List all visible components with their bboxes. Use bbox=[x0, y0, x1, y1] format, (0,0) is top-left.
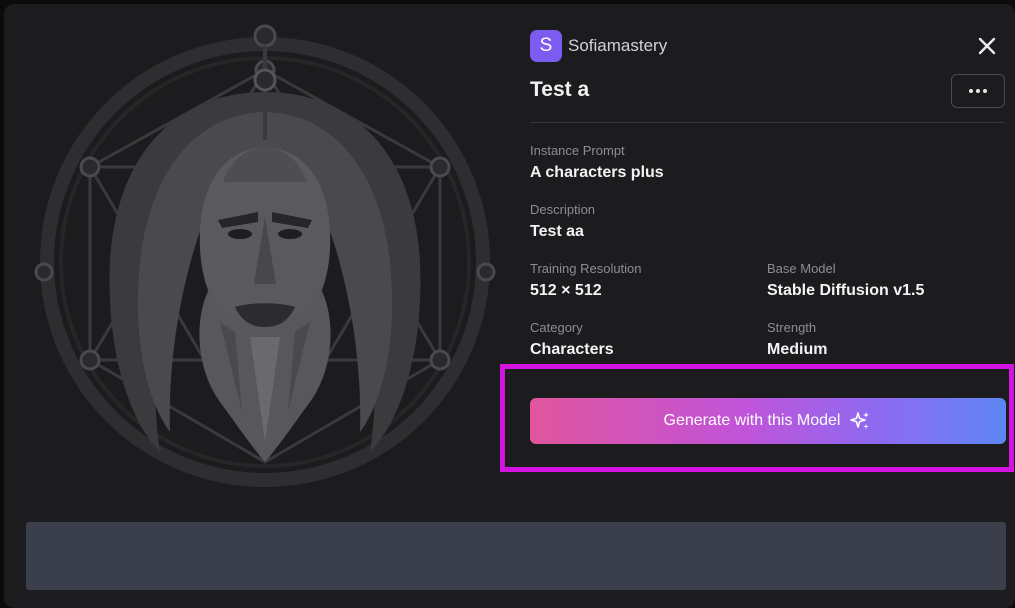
strength-value: Medium bbox=[767, 341, 828, 358]
base-model-label: Base Model bbox=[767, 261, 836, 276]
description-value: Test aa bbox=[530, 223, 584, 240]
avatar[interactable]: S bbox=[530, 30, 562, 62]
instance-prompt-value: A characters plus bbox=[530, 164, 664, 181]
training-resolution-field: Training Resolution 512 × 512 bbox=[530, 260, 642, 302]
bottom-placeholder-bar bbox=[26, 522, 1006, 590]
strength-field: Strength Medium bbox=[767, 319, 827, 361]
instance-prompt-label: Instance Prompt bbox=[530, 143, 625, 158]
description-label: Description bbox=[530, 202, 596, 217]
strength-label: Strength bbox=[767, 320, 817, 335]
more-horizontal-icon bbox=[969, 89, 987, 93]
base-model-field: Base Model Stable Diffusion v1.5 bbox=[767, 260, 924, 302]
category-value: Characters bbox=[530, 341, 614, 358]
description-field: Description Test aa bbox=[530, 201, 595, 243]
base-model-value: Stable Diffusion v1.5 bbox=[767, 282, 925, 299]
close-button[interactable] bbox=[973, 32, 1001, 60]
model-detail-modal: S Sofiamastery Test a Instance Prompt A … bbox=[4, 4, 1015, 608]
training-resolution-value: 512 × 512 bbox=[530, 282, 602, 299]
model-title: Test a bbox=[530, 78, 590, 101]
close-icon bbox=[978, 37, 996, 55]
category-field: Category Characters bbox=[530, 319, 614, 361]
highlight-box bbox=[500, 364, 1014, 472]
creator-row[interactable]: S Sofiamastery bbox=[530, 30, 667, 62]
category-label: Category bbox=[530, 320, 583, 335]
creator-name[interactable]: Sofiamastery bbox=[568, 36, 667, 56]
more-options-button[interactable] bbox=[951, 74, 1005, 108]
divider bbox=[530, 122, 1005, 123]
training-resolution-label: Training Resolution bbox=[530, 261, 642, 276]
model-preview-image bbox=[20, 22, 510, 492]
instance-prompt-field: Instance Prompt A characters plus bbox=[530, 142, 664, 184]
